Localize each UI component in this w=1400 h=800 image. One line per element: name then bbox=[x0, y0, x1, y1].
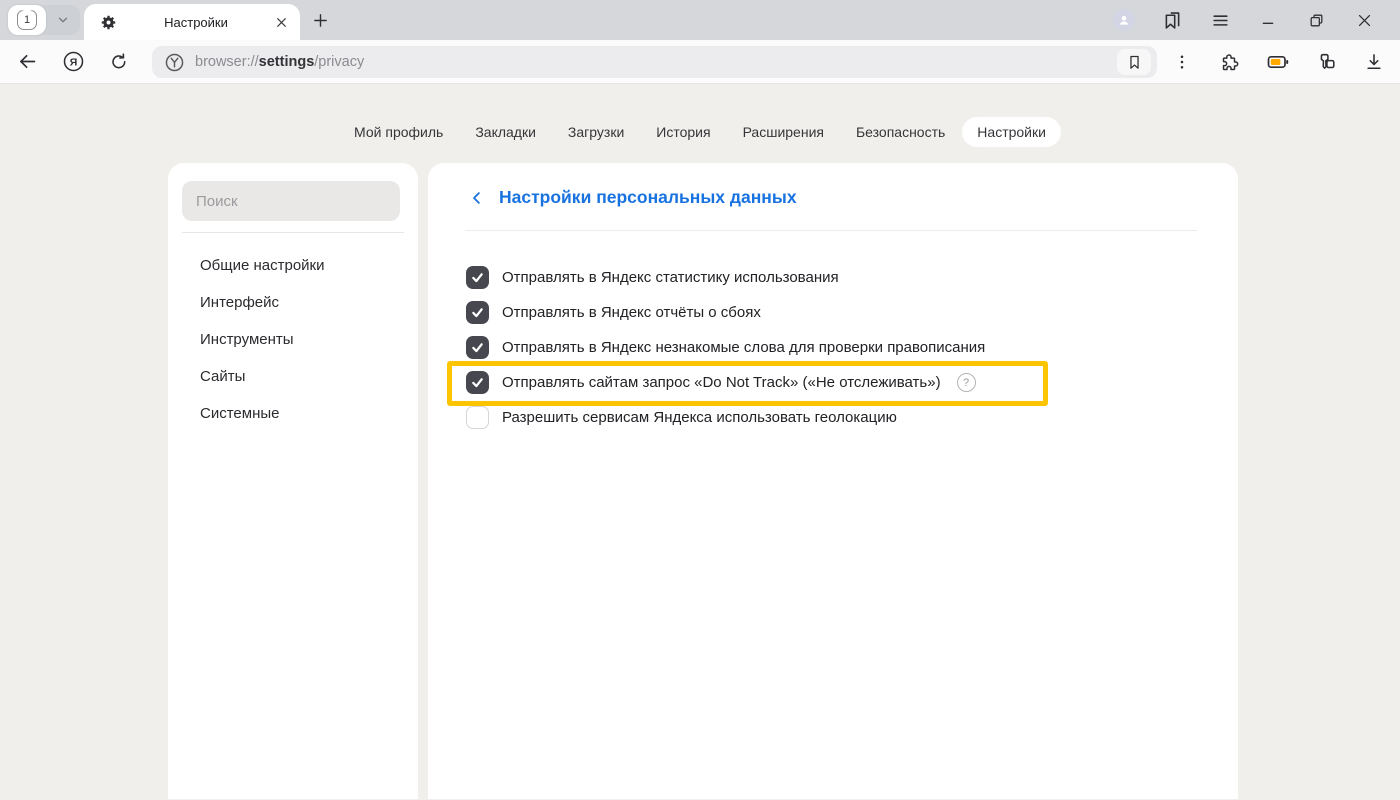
search-input[interactable] bbox=[182, 181, 400, 221]
minimize-button[interactable] bbox=[1244, 0, 1292, 40]
extensions-button[interactable] bbox=[1206, 40, 1254, 84]
check-icon bbox=[471, 306, 484, 319]
checkbox-list: Отправлять в Яндекс статистику использов… bbox=[428, 260, 1238, 435]
setting-label: Отправлять в Яндекс статистику использов… bbox=[502, 269, 839, 286]
gear-favicon-icon bbox=[100, 14, 117, 31]
sidebar-item-general[interactable]: Общие настройки bbox=[168, 247, 418, 284]
setting-row-spellcheck-words: Отправлять в Яндекс незнакомые слова для… bbox=[428, 330, 1238, 365]
url-host: settings bbox=[259, 54, 315, 70]
sidebar-divider bbox=[182, 232, 404, 233]
checkbox-do-not-track[interactable] bbox=[466, 371, 489, 394]
check-icon bbox=[471, 271, 484, 284]
back-arrow-icon bbox=[17, 51, 38, 72]
back-chevron-icon[interactable] bbox=[468, 189, 486, 207]
settings-nav-tabs: Мой профиль Закладки Загрузки История Ра… bbox=[0, 117, 1400, 147]
download-icon bbox=[1364, 52, 1384, 72]
new-tab-button[interactable] bbox=[306, 8, 334, 32]
add-bookmark-button[interactable] bbox=[1117, 49, 1151, 75]
window-controls bbox=[1100, 0, 1388, 40]
browser-window: 1 Настройки bbox=[0, 0, 1400, 800]
yandex-logo-icon: Я bbox=[62, 50, 85, 73]
address-bar[interactable]: browser://settings/privacy bbox=[152, 46, 1157, 78]
header-divider bbox=[465, 230, 1197, 231]
nav-tab-extensions[interactable]: Расширения bbox=[728, 117, 839, 147]
check-icon bbox=[471, 341, 484, 354]
restore-button[interactable] bbox=[1292, 0, 1340, 40]
nav-tab-history[interactable]: История bbox=[641, 117, 725, 147]
close-window-button[interactable] bbox=[1340, 0, 1388, 40]
settings-main-panel: Настройки персональных данных Отправлять… bbox=[428, 163, 1238, 799]
setting-row-do-not-track: Отправлять сайтам запрос «Do Not Track» … bbox=[428, 365, 1238, 400]
refresh-button[interactable] bbox=[96, 40, 142, 84]
close-icon bbox=[1356, 12, 1373, 29]
setting-label: Разрешить сервисам Яндекса использовать … bbox=[502, 409, 897, 426]
restore-window-icon bbox=[1308, 12, 1325, 29]
battery-icon bbox=[1266, 50, 1290, 74]
tab-group-control[interactable]: 1 bbox=[8, 5, 80, 35]
tab-title: Настройки bbox=[117, 15, 275, 30]
browser-menu-button[interactable] bbox=[1196, 0, 1244, 40]
chevron-down-icon bbox=[56, 13, 70, 27]
tab-counter-button[interactable]: 1 bbox=[8, 5, 46, 35]
kebab-menu-icon bbox=[1173, 53, 1191, 71]
nav-tab-settings[interactable]: Настройки bbox=[962, 117, 1061, 147]
sidebar-item-interface[interactable]: Интерфейс bbox=[168, 284, 418, 321]
profile-avatar-button[interactable] bbox=[1100, 0, 1148, 40]
setting-row-geolocation: Разрешить сервисам Яндекса использовать … bbox=[428, 400, 1238, 435]
sidebar-item-sites[interactable]: Сайты bbox=[168, 358, 418, 395]
check-icon bbox=[471, 376, 484, 389]
active-tab[interactable]: Настройки bbox=[84, 4, 300, 40]
yandex-home-button[interactable]: Я bbox=[50, 40, 96, 84]
help-icon[interactable]: ? bbox=[957, 373, 976, 392]
plus-icon bbox=[312, 12, 329, 29]
refresh-icon bbox=[109, 52, 129, 72]
settings-page: Мой профиль Закладки Загрузки История Ра… bbox=[0, 84, 1400, 799]
nav-tab-security[interactable]: Безопасность bbox=[841, 117, 960, 147]
checkbox-usage-stats[interactable] bbox=[466, 266, 489, 289]
more-options-button[interactable] bbox=[1158, 40, 1206, 84]
svg-text:Я: Я bbox=[69, 56, 77, 68]
checkbox-spellcheck-words[interactable] bbox=[466, 336, 489, 359]
bookmarks-panel-button[interactable] bbox=[1148, 0, 1196, 40]
protect-badge-icon bbox=[164, 52, 185, 73]
tab-close-icon[interactable] bbox=[275, 16, 288, 29]
toolbar-right-icons bbox=[1158, 40, 1398, 84]
key-tag-icon bbox=[1315, 51, 1337, 73]
nav-tab-downloads[interactable]: Загрузки bbox=[553, 117, 639, 147]
setting-label: Отправлять в Яндекс незнакомые слова для… bbox=[502, 339, 985, 356]
battery-saver-button[interactable] bbox=[1254, 40, 1302, 84]
nav-tab-bookmarks[interactable]: Закладки bbox=[460, 117, 551, 147]
person-icon bbox=[1117, 13, 1131, 27]
setting-row-crash-reports: Отправлять в Яндекс отчёты о сбоях bbox=[428, 295, 1238, 330]
avatar bbox=[1113, 9, 1135, 31]
minimize-icon bbox=[1260, 12, 1276, 28]
nav-tab-profile[interactable]: Мой профиль bbox=[339, 117, 458, 147]
setting-label: Отправлять в Яндекс отчёты о сбоях bbox=[502, 304, 761, 321]
checkbox-geolocation[interactable] bbox=[466, 406, 489, 429]
toolbar: Я browser://settings/privacy bbox=[0, 40, 1400, 84]
url-path: /privacy bbox=[314, 54, 364, 70]
setting-label: Отправлять сайтам запрос «Do Not Track» … bbox=[502, 374, 941, 391]
titlebar: 1 Настройки bbox=[0, 0, 1400, 40]
puzzle-icon bbox=[1220, 52, 1241, 73]
back-button[interactable] bbox=[4, 40, 50, 84]
url-text[interactable]: browser://settings/privacy bbox=[195, 54, 1117, 70]
sidebar-item-system[interactable]: Системные bbox=[168, 395, 418, 432]
passwords-button[interactable] bbox=[1302, 40, 1350, 84]
tab-count-badge: 1 bbox=[17, 10, 37, 30]
sidebar-item-tools[interactable]: Инструменты bbox=[168, 321, 418, 358]
url-scheme: browser:// bbox=[195, 54, 259, 70]
checkbox-crash-reports[interactable] bbox=[466, 301, 489, 324]
bookmark-flag-icon bbox=[1126, 54, 1143, 71]
hamburger-menu-icon bbox=[1211, 11, 1230, 30]
bookmarks-stack-icon bbox=[1162, 10, 1183, 31]
section-title[interactable]: Настройки персональных данных bbox=[499, 187, 797, 208]
downloads-button[interactable] bbox=[1350, 40, 1398, 84]
tab-list-dropdown[interactable] bbox=[46, 13, 80, 27]
section-header: Настройки персональных данных bbox=[468, 187, 797, 208]
sidebar-items: Общие настройки Интерфейс Инструменты Са… bbox=[168, 247, 418, 432]
setting-row-usage-stats: Отправлять в Яндекс статистику использов… bbox=[428, 260, 1238, 295]
settings-sidebar: Общие настройки Интерфейс Инструменты Са… bbox=[168, 163, 418, 799]
